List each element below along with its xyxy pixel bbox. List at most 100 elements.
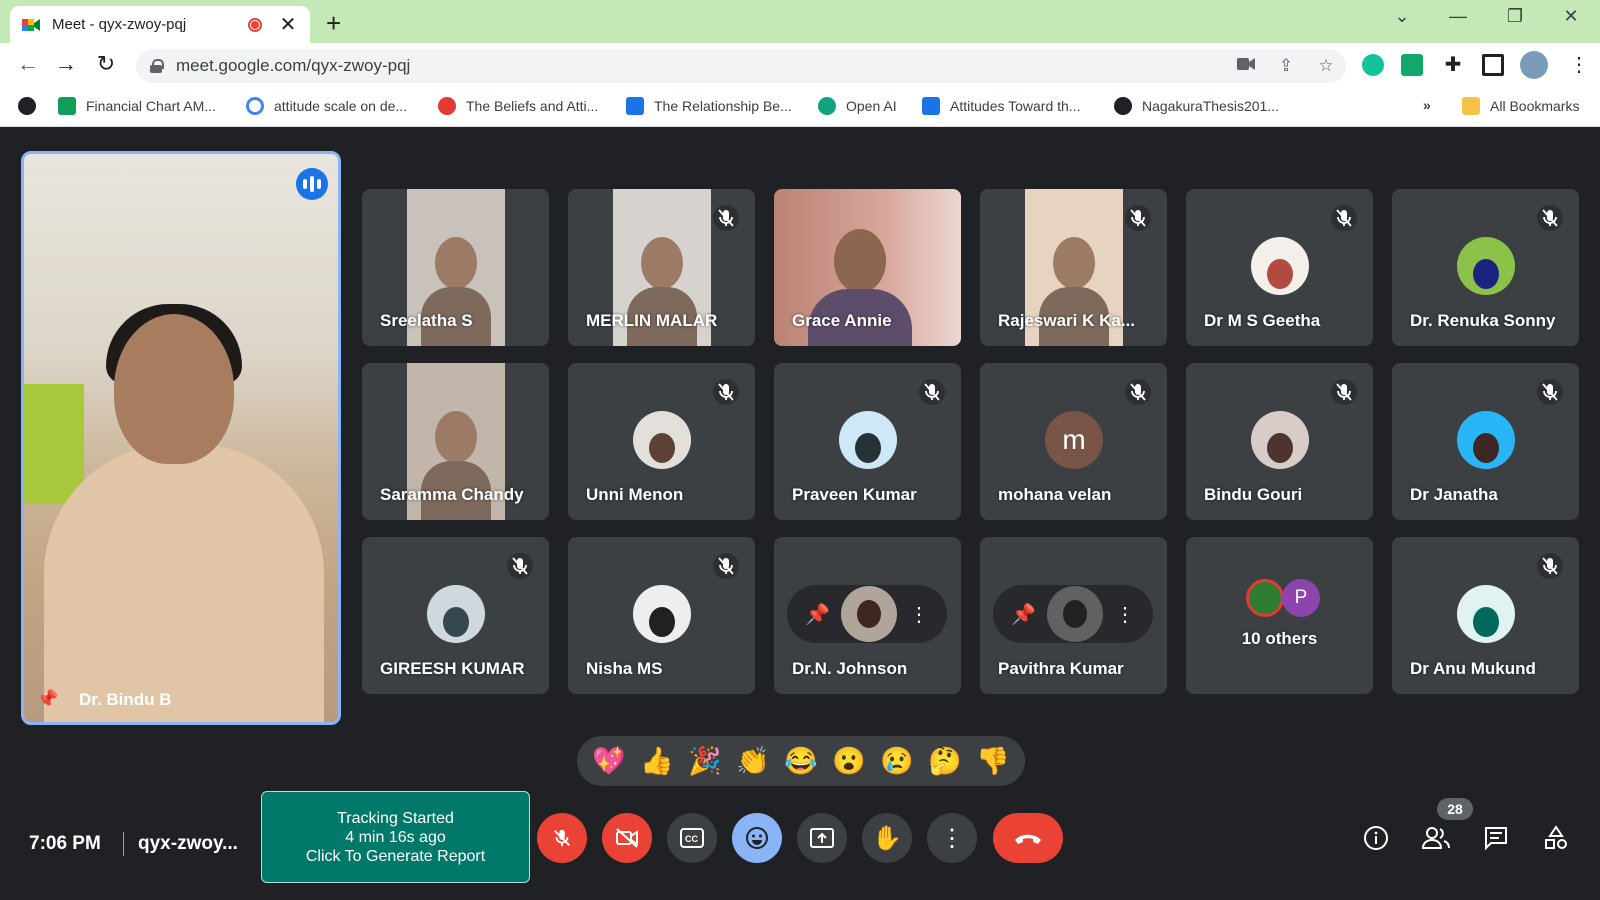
participant-tile[interactable]: Nisha MS — [568, 537, 755, 694]
bookmark-item[interactable]: Financial Chart AM... — [58, 97, 216, 115]
participant-tile[interactable]: Unni Menon — [568, 363, 755, 520]
participant-tile[interactable]: P 10 others — [1186, 537, 1373, 694]
reaction-crying-face-icon[interactable]: 😢 — [880, 745, 914, 777]
extensions-puzzle-icon[interactable]: ✚ — [1442, 54, 1464, 76]
participant-tile[interactable]: Sreelatha S — [362, 189, 549, 346]
participant-tile[interactable]: MERLIN MALAR — [568, 189, 755, 346]
meeting-details-button[interactable] — [1358, 820, 1394, 856]
participant-tile[interactable]: Dr Anu Mukund — [1392, 537, 1579, 694]
present-icon — [810, 828, 834, 848]
all-bookmarks[interactable]: All Bookmarks — [1462, 97, 1579, 115]
pin-icon[interactable]: 📌 — [1011, 602, 1036, 627]
bookmark-item[interactable]: NagakuraThesis201... — [1114, 97, 1279, 115]
bookmark-item[interactable]: The Beliefs and Atti... — [438, 97, 598, 115]
bookmark-star-icon[interactable]: ☆ — [1306, 56, 1346, 76]
mic-muted-icon — [1331, 379, 1357, 405]
participant-tile[interactable]: Saramma Chandy — [362, 363, 549, 520]
bookmark-item[interactable]: attitude scale on de... — [246, 97, 407, 115]
participant-tile[interactable]: Dr. Renuka Sonny — [1392, 189, 1579, 346]
grammarly-extension-icon[interactable] — [1362, 54, 1384, 76]
participant-tile[interactable]: GIREESH KUMAR — [362, 537, 549, 694]
back-arrow-icon[interactable]: ← — [14, 51, 42, 77]
pinned-speaker-tile[interactable]: 📌 Dr. Bindu B — [21, 151, 341, 725]
side-panel-icon[interactable] — [1482, 54, 1504, 76]
reaction-thumbs-up-icon[interactable]: 👍 — [640, 745, 674, 777]
raise-hand-button[interactable]: ✋ — [862, 813, 912, 863]
others-avatars: P — [1246, 579, 1320, 617]
window-close-icon[interactable]: ✕ — [1556, 6, 1586, 27]
reaction-sparkling-heart-icon[interactable]: 💖 — [592, 745, 626, 777]
participant-tile[interactable]: Grace Annie — [774, 189, 961, 346]
bookmark-item[interactable]: The Relationship Be... — [626, 97, 792, 115]
emoji-icon — [746, 827, 768, 849]
more-vertical-icon[interactable]: ⋮ — [1115, 602, 1135, 627]
participant-name: Nisha MS — [586, 659, 663, 678]
people-button[interactable] — [1418, 820, 1454, 856]
participant-name: Pavithra Kumar — [998, 659, 1124, 678]
speaking-indicator-icon — [296, 168, 328, 200]
participant-name: MERLIN MALAR — [586, 311, 718, 330]
mic-off-icon — [554, 829, 570, 847]
address-bar[interactable]: meet.google.com/qyx-zwoy-pqj ⇪ ☆ — [136, 49, 1346, 83]
camera-in-use-icon[interactable] — [1226, 56, 1266, 76]
reaction-thumbs-down-icon[interactable]: 👎 — [976, 745, 1010, 777]
reaction-thinking-face-icon[interactable]: 🤔 — [928, 745, 962, 777]
check-extension-icon[interactable] — [1401, 54, 1423, 76]
minimize-icon[interactable]: — — [1443, 6, 1473, 27]
microphone-off-button[interactable] — [537, 813, 587, 863]
browser-tab-meet[interactable]: Meet - qyx-zwoy-pqj ✕ — [10, 6, 310, 43]
pin-icon[interactable]: 📌 — [805, 602, 830, 627]
participant-tile[interactable]: Rajeswari K Ka... — [980, 189, 1167, 346]
dots-icon — [438, 97, 456, 115]
mic-muted-icon — [919, 379, 945, 405]
participant-tile[interactable]: Dr Janatha — [1392, 363, 1579, 520]
reload-icon[interactable]: ↻ — [92, 51, 120, 77]
meet-stage: 📌 Dr. Bindu B Sreelatha S MERLIN MALAR Gra… — [0, 128, 1600, 900]
mic-muted-icon — [713, 205, 739, 231]
leave-call-button[interactable] — [993, 813, 1063, 863]
tab-search-chevron-icon[interactable]: ⌄ — [1387, 6, 1417, 27]
participant-tile[interactable]: 📌 ⋮ Dr.N. Johnson — [774, 537, 961, 694]
participant-name: Grace Annie — [792, 311, 892, 330]
captions-icon: CC — [680, 828, 704, 848]
reaction-surprised-face-icon[interactable]: 😮 — [832, 745, 866, 777]
participant-tile[interactable]: Praveen Kumar — [774, 363, 961, 520]
more-options-button[interactable]: ⋮ — [927, 813, 977, 863]
participant-tile[interactable]: Dr M S Geetha — [1186, 189, 1373, 346]
tracking-report-button[interactable]: Tracking Started 4 min 16s ago Click To … — [261, 791, 530, 883]
mic-muted-icon — [1331, 205, 1357, 231]
tab-close-icon[interactable]: ✕ — [278, 12, 298, 37]
activities-button[interactable] — [1538, 820, 1574, 856]
bookmark-item[interactable]: Open AI — [818, 97, 897, 115]
more-bookmarks-chevron[interactable]: » — [1423, 97, 1431, 113]
captions-button[interactable]: CC — [667, 813, 717, 863]
participant-tile[interactable]: 📌 ⋮ Pavithra Kumar — [980, 537, 1167, 694]
camera-off-button[interactable] — [602, 813, 652, 863]
participant-tile[interactable]: m mohana velan — [980, 363, 1167, 520]
participant-name: Praveen Kumar — [792, 485, 917, 504]
participant-name: Dr Anu Mukund — [1410, 659, 1536, 678]
forward-arrow-icon[interactable]: → — [52, 51, 80, 77]
browser-menu-icon[interactable]: ⋮ — [1568, 54, 1590, 76]
bookmark-globe-icon[interactable] — [18, 97, 46, 115]
bookmark-item[interactable]: Attitudes Toward th... — [922, 97, 1080, 115]
reaction-tears-of-joy-icon[interactable]: 😂 — [784, 745, 818, 777]
participant-avatar — [427, 585, 485, 643]
present-screen-button[interactable] — [797, 813, 847, 863]
participant-tile[interactable]: Bindu Gouri — [1186, 363, 1373, 520]
meeting-code[interactable]: qyx-zwoy... — [138, 833, 238, 855]
profile-avatar[interactable] — [1520, 51, 1548, 79]
reaction-clapping-hands-icon[interactable]: 👏 — [736, 745, 770, 777]
restore-icon[interactable]: ❐ — [1500, 6, 1530, 27]
share-icon[interactable]: ⇪ — [1266, 56, 1306, 76]
reaction-party-popper-icon[interactable]: 🎉 — [688, 745, 722, 777]
more-vertical-icon[interactable]: ⋮ — [909, 602, 929, 627]
participant-name: mohana velan — [998, 485, 1112, 504]
participant-avatar: m — [1045, 411, 1103, 469]
pin-icon[interactable]: 📌 — [36, 689, 58, 710]
chat-button[interactable] — [1478, 820, 1514, 856]
new-tab-plus-icon[interactable]: + — [326, 8, 341, 39]
participant-name: Dr.N. Johnson — [792, 659, 908, 678]
lock-icon — [150, 59, 164, 73]
reactions-button[interactable] — [732, 813, 782, 863]
